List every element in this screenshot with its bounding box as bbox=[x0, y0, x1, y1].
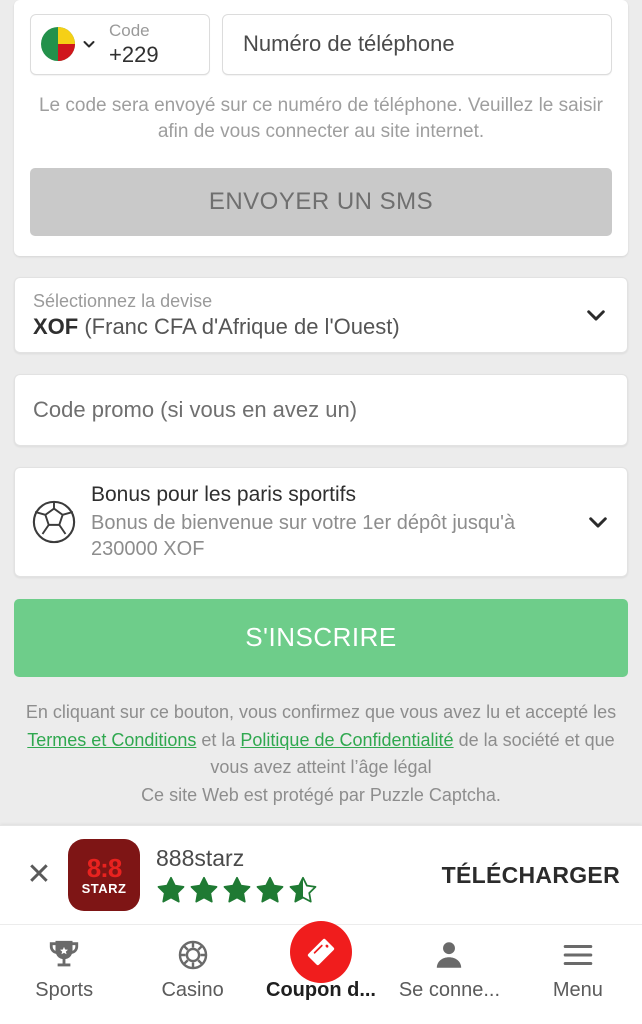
phone-hint-text: Le code sera envoyé sur ce numéro de tél… bbox=[38, 94, 603, 143]
country-code-selector[interactable]: Code +229 bbox=[30, 14, 210, 75]
star-icon bbox=[223, 877, 251, 903]
nav-item-se-conne[interactable]: Se conne... bbox=[385, 925, 513, 1002]
currency-label: Sélectionnez la devise bbox=[33, 290, 213, 311]
coupon-ticket-icon bbox=[290, 921, 353, 983]
promo-code-placeholder: Code promo (si vous en avez un) bbox=[33, 397, 358, 423]
nav-label: Coupon d... bbox=[266, 979, 376, 1001]
country-code-texts: Code +229 bbox=[109, 21, 159, 68]
star-icon bbox=[190, 877, 218, 903]
currency-body: Sélectionnez la devise XOF (Franc CFA d'… bbox=[33, 290, 583, 341]
currency-code: XOF bbox=[33, 314, 79, 340]
star-icon bbox=[289, 877, 317, 903]
nav-item-coupon-d[interactable]: Coupon d... bbox=[257, 921, 385, 1002]
bonus-body: Bonus pour les paris sportifs Bonus de b… bbox=[91, 482, 585, 561]
terms-and-conditions-link[interactable]: Termes et Conditions bbox=[27, 730, 196, 750]
app-logo-bottom: STARZ bbox=[81, 881, 127, 896]
nav-label: Menu bbox=[552, 979, 603, 1001]
star-icon bbox=[256, 877, 284, 903]
captcha-notice: Ce site Web est protégé par Puzzle Captc… bbox=[141, 785, 501, 806]
bottom-navigation: Sports Casino Coupon d... Se conne... Menu bbox=[0, 921, 642, 1024]
bonus-selector[interactable]: Bonus pour les paris sportifs Bonus de b… bbox=[14, 467, 628, 577]
register-button[interactable]: S'INSCRIRE bbox=[14, 598, 628, 677]
app-meta: 888starz bbox=[156, 845, 442, 906]
currency-value: XOF (Franc CFA d'Afrique de l'Ouest) bbox=[33, 314, 583, 340]
nav-item-menu[interactable]: Menu bbox=[514, 925, 642, 1002]
chevron-down-icon[interactable] bbox=[585, 509, 611, 535]
legal-part-2: et la bbox=[196, 729, 241, 750]
soccer-ball-icon bbox=[31, 499, 77, 545]
nav-label: Sports bbox=[35, 979, 94, 1001]
currency-name: (Franc CFA d'Afrique de l'Ouest) bbox=[84, 314, 400, 340]
country-code-label: Code bbox=[109, 21, 150, 40]
user-icon bbox=[432, 937, 466, 973]
app-name: 888starz bbox=[156, 844, 245, 871]
nav-label: Casino bbox=[161, 979, 224, 1001]
legal-text: En cliquant sur ce bouton, vous confirme… bbox=[18, 699, 624, 811]
registration-card: Code +229 Numéro de téléphone Le code se… bbox=[14, 0, 628, 256]
send-sms-button[interactable]: ENVOYER UN SMS bbox=[30, 167, 612, 236]
legal-part-1: En cliquant sur ce bouton, vous confirme… bbox=[25, 701, 617, 722]
trophy-icon bbox=[47, 937, 81, 973]
currency-selector[interactable]: Sélectionnez la devise XOF (Franc CFA d'… bbox=[14, 276, 628, 354]
chevron-down-icon[interactable] bbox=[583, 302, 609, 328]
app-logo: 8:8 STARZ bbox=[68, 839, 140, 911]
hamburger-menu-icon bbox=[561, 937, 595, 973]
coupon-circle-button[interactable] bbox=[290, 921, 353, 983]
promo-code-input[interactable]: Code promo (si vous en avez un) bbox=[14, 374, 628, 447]
bonus-title: Bonus pour les paris sportifs bbox=[91, 483, 356, 507]
casino-chip-icon bbox=[176, 937, 210, 973]
rating-stars bbox=[156, 875, 442, 905]
phone-number-placeholder: Numéro de téléphone bbox=[243, 31, 455, 57]
privacy-policy-link[interactable]: Politique de Confidentialité bbox=[240, 730, 453, 750]
nav-item-sports[interactable]: Sports bbox=[0, 925, 128, 1002]
country-code-value: +229 bbox=[109, 42, 159, 68]
benin-flag-icon bbox=[41, 27, 75, 62]
nav-item-casino[interactable]: Casino bbox=[128, 925, 256, 1002]
app-download-banner: ✕ 8:8 STARZ 888starz TÉLÉCHARGER bbox=[0, 825, 642, 924]
phone-number-input[interactable]: Numéro de téléphone bbox=[222, 14, 612, 75]
phone-row: Code +229 Numéro de téléphone bbox=[30, 14, 612, 75]
close-icon[interactable]: ✕ bbox=[18, 854, 60, 896]
download-button[interactable]: TÉLÉCHARGER bbox=[442, 862, 624, 889]
app-logo-top: 8:8 bbox=[86, 853, 123, 883]
star-icon bbox=[157, 877, 185, 903]
bonus-subtitle: Bonus de bienvenue sur votre 1er dépôt j… bbox=[91, 511, 516, 560]
chevron-down-icon bbox=[81, 36, 97, 52]
nav-label: Se conne... bbox=[398, 979, 501, 1001]
